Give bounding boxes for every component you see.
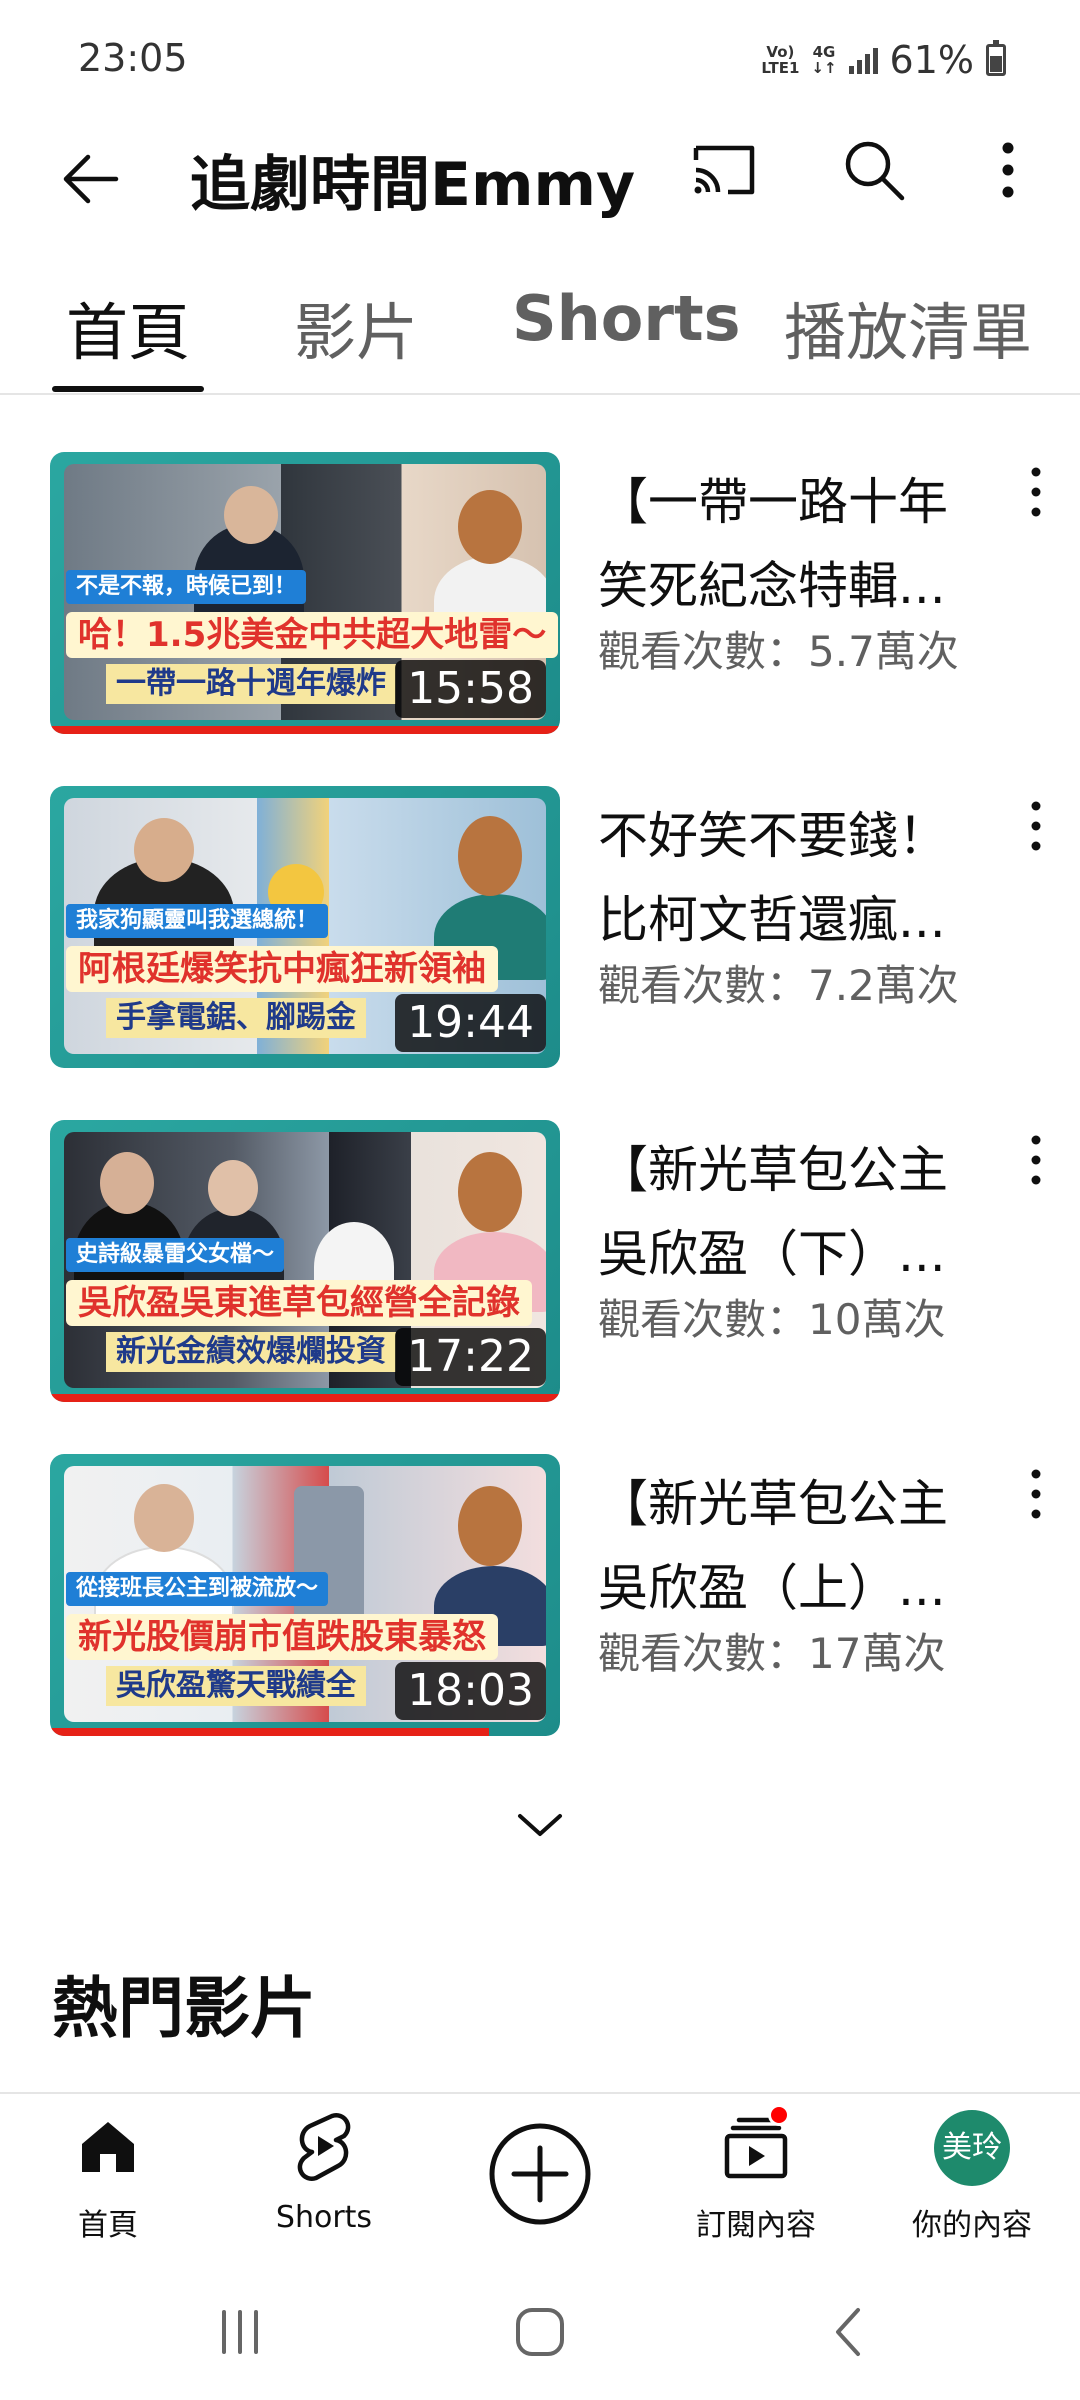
video-thumbnail[interactable]: 史詩級暴雷父女檔～ 吳欣盈吳東進草包經營全記錄 新光金績效爆爛投資 17:22 — [50, 1120, 560, 1402]
video-views: 觀看次數：5.7萬次 — [598, 627, 959, 676]
system-navigation-bar — [0, 2272, 1080, 2400]
nav-subscriptions-label: 訂閱內容 — [696, 2208, 816, 2243]
notification-badge — [768, 2104, 790, 2126]
video-views: 觀看次數：7.2萬次 — [598, 961, 959, 1010]
active-tab-indicator — [52, 386, 204, 392]
video-title[interactable]: 不好笑不要錢！ 比柯文哲還瘋... — [598, 794, 998, 962]
video-thumbnail[interactable]: 我家狗顯靈叫我選總統！ 阿根廷爆笑抗中瘋狂新領袖 手拿電鋸、腳踢金 19:44 — [50, 786, 560, 1068]
cast-icon[interactable] — [686, 132, 762, 208]
app-bar: 追劇時間Emmy — [0, 120, 1080, 250]
video-views: 觀看次數：17萬次 — [598, 1629, 946, 1678]
thumbnail-subline: 手拿電鋸、腳踢金 — [106, 998, 366, 1038]
thumbnail-tag: 從接班長公主到被流放～ — [66, 1572, 329, 1606]
thumbnail-subline: 一帶一路十週年爆炸 — [106, 664, 396, 704]
back-arrow-icon[interactable] — [56, 144, 126, 214]
nav-home-label: 首頁 — [78, 2208, 138, 2243]
battery-percent: 61% — [889, 38, 974, 82]
more-vert-icon[interactable] — [1020, 1464, 1052, 1524]
create-plus-icon — [489, 2123, 591, 2225]
video-item[interactable]: 我家狗顯靈叫我選總統！ 阿根廷爆笑抗中瘋狂新領袖 手拿電鋸、腳踢金 19:44 … — [0, 786, 1080, 1076]
channel-tabs: 首頁 影片 Shorts 播放清單 — [0, 250, 1080, 395]
status-time: 23:05 — [78, 36, 188, 80]
avatar: 美玲 — [934, 2110, 1010, 2186]
volte-icon: Vo) LTE1 — [761, 43, 800, 77]
watch-progress-bar — [50, 1728, 489, 1736]
signal-icon — [848, 46, 878, 74]
search-icon[interactable] — [836, 132, 912, 208]
video-duration: 15:58 — [395, 660, 546, 718]
video-duration: 19:44 — [395, 994, 546, 1052]
video-title[interactable]: 【新光草包公主 吳欣盈（上）... — [598, 1462, 998, 1630]
channel-title: 追劇時間Emmy — [190, 150, 636, 220]
thumbnail-tag: 史詩級暴雷父女檔～ — [66, 1238, 285, 1272]
back-chevron-icon[interactable] — [820, 2302, 880, 2362]
watch-progress-bar — [50, 726, 560, 734]
nav-shorts-label: Shorts — [275, 2200, 373, 2235]
bottom-navigation: 首頁 Shorts 訂閱內容 美玲 你的內容 — [0, 2092, 1080, 2272]
nav-you-label: 你的內容 — [912, 2208, 1032, 2243]
video-title[interactable]: 【一帶一路十年 笑死紀念特輯... — [598, 460, 998, 628]
home-icon — [82, 2122, 134, 2172]
4g-icon: 4G ↓↑ — [811, 43, 837, 77]
nav-create[interactable] — [432, 2094, 648, 2274]
more-vert-icon[interactable] — [980, 132, 1036, 208]
thumbnail-subline: 新光金績效爆爛投資 — [106, 1332, 396, 1372]
thumbnail-subline: 吳欣盈驚天戰績全 — [106, 1666, 366, 1706]
section-title: 熱門影片 — [52, 1970, 316, 2047]
video-thumbnail[interactable]: 不是不報，時候已到！ 哈！1.5兆美金中共超大地雷～ 一帶一路十週年爆炸 15:… — [50, 452, 560, 734]
video-duration: 17:22 — [395, 1328, 546, 1386]
video-item[interactable]: 史詩級暴雷父女檔～ 吳欣盈吳東進草包經營全記錄 新光金績效爆爛投資 17:22 … — [0, 1120, 1080, 1410]
thumbnail-tag: 我家狗顯靈叫我選總統！ — [66, 904, 329, 938]
thumbnail-headline: 哈！1.5兆美金中共超大地雷～ — [66, 612, 559, 658]
home-circle-icon[interactable] — [510, 2302, 570, 2362]
shorts-icon — [297, 2113, 351, 2181]
tab-home[interactable]: 首頁 — [66, 282, 190, 372]
status-bar: 23:05 Vo) LTE1 4G ↓↑ 61% — [0, 0, 1080, 120]
video-thumbnail[interactable]: 從接班長公主到被流放～ 新光股價崩市值跌股東暴怒 吳欣盈驚天戰績全 18:03 — [50, 1454, 560, 1736]
more-vert-icon[interactable] — [1020, 796, 1052, 856]
thumbnail-headline: 阿根廷爆笑抗中瘋狂新領袖 — [66, 946, 498, 992]
tab-videos[interactable]: 影片 — [294, 282, 418, 372]
video-item[interactable]: 從接班長公主到被流放～ 新光股價崩市值跌股東暴怒 吳欣盈驚天戰績全 18:03 … — [0, 1454, 1080, 1744]
thumbnail-headline: 新光股價崩市值跌股東暴怒 — [66, 1614, 498, 1660]
video-item[interactable]: 不是不報，時候已到！ 哈！1.5兆美金中共超大地雷～ 一帶一路十週年爆炸 15:… — [0, 452, 1080, 742]
video-views: 觀看次數：10萬次 — [598, 1295, 946, 1344]
more-vert-icon[interactable] — [1020, 462, 1052, 522]
nav-subscriptions[interactable]: 訂閱內容 — [648, 2094, 864, 2274]
nav-shorts[interactable]: Shorts — [216, 2094, 432, 2274]
more-vert-icon[interactable] — [1020, 1130, 1052, 1190]
nav-home[interactable]: 首頁 — [0, 2094, 216, 2274]
tab-playlists[interactable]: 播放清單 — [784, 282, 1032, 372]
chevron-down-icon[interactable] — [510, 1800, 570, 1850]
video-duration: 18:03 — [395, 1662, 546, 1720]
recents-icon[interactable] — [210, 2302, 270, 2362]
status-icons: Vo) LTE1 4G ↓↑ 61% — [761, 38, 1006, 82]
thumbnail-tag: 不是不報，時候已到！ — [66, 570, 307, 604]
battery-icon — [986, 40, 1006, 76]
thumbnail-headline: 吳欣盈吳東進草包經營全記錄 — [66, 1280, 532, 1326]
watch-progress-bar — [50, 1394, 560, 1402]
video-title[interactable]: 【新光草包公主 吳欣盈（下）... — [598, 1128, 998, 1296]
nav-you[interactable]: 美玲 你的內容 — [864, 2094, 1080, 2274]
tab-shorts[interactable]: Shorts — [512, 282, 741, 355]
